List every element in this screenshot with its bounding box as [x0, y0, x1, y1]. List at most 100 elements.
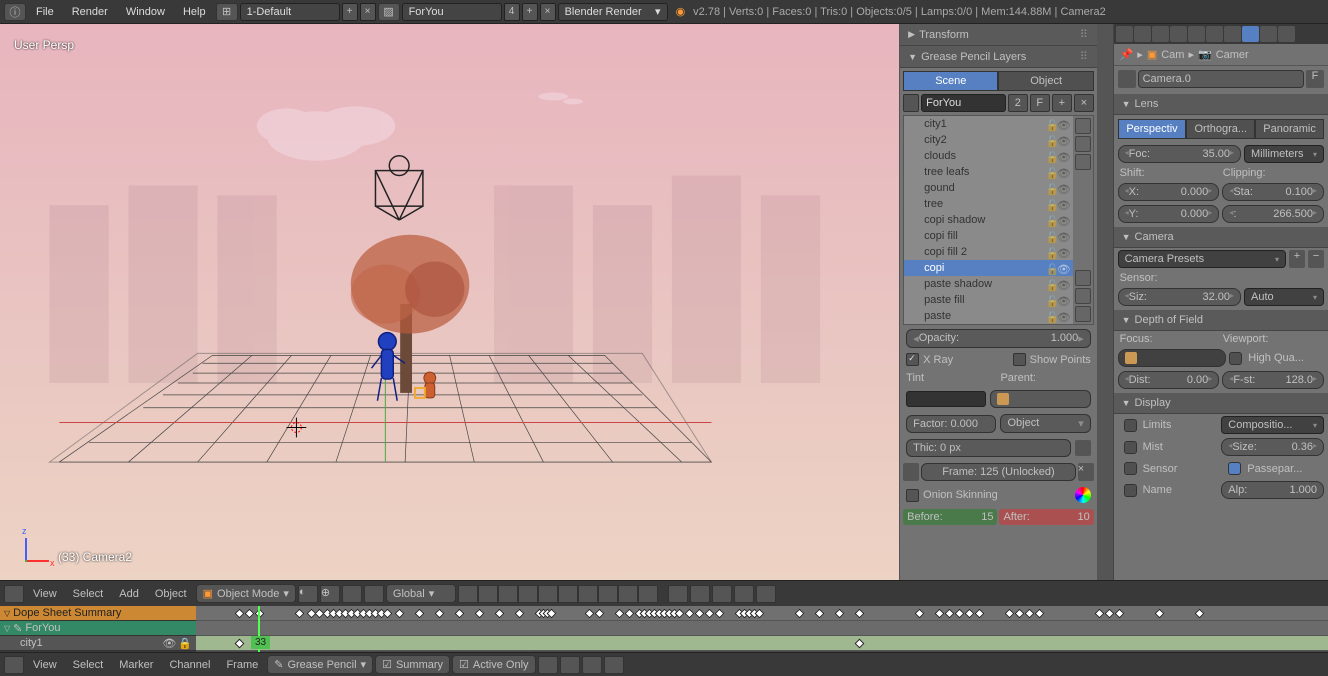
dope-gp-row[interactable]: ▽✎ForYou [0, 621, 196, 636]
proportional-icon[interactable] [668, 585, 688, 603]
scene-field[interactable]: ForYou [402, 3, 502, 21]
gp-layer-item[interactable]: paste🔓👁 [904, 308, 1073, 324]
tint-factor-field[interactable]: Factor: 0.000 [906, 415, 996, 433]
gp-layer-item[interactable]: paste fill🔓👁 [904, 292, 1073, 308]
dope-filter2-icon[interactable] [560, 656, 580, 674]
preset-remove-button[interactable]: − [1308, 250, 1324, 268]
camera-panel-header[interactable]: ▼Camera [1114, 227, 1328, 248]
vp-menu-select[interactable]: Select [66, 585, 111, 603]
gp-new-button[interactable]: + [1052, 94, 1072, 112]
menu-file[interactable]: File [28, 3, 62, 21]
limits-checkbox[interactable] [1124, 419, 1137, 432]
sensor-checkbox[interactable] [1124, 462, 1137, 475]
tab-layers-icon[interactable] [1134, 26, 1151, 42]
passepartout-checkbox[interactable] [1228, 462, 1241, 475]
editor-type-dope-icon[interactable] [4, 656, 24, 674]
focus-distance-field[interactable]: ◂Dist:0.00▸ [1118, 371, 1220, 389]
fstop-field[interactable]: ◂F-st:128.0▸ [1222, 371, 1324, 389]
dope-summary-toggle[interactable]: ☑Summary [375, 655, 450, 674]
presets-dropdown[interactable]: Camera Presets▾ [1118, 250, 1286, 268]
tab-texture-icon[interactable] [1278, 26, 1295, 42]
lens-unit-dropdown[interactable]: Millimeters▾ [1244, 145, 1324, 163]
layer-menu-button[interactable] [1075, 154, 1091, 170]
ds-menu-channel[interactable]: Channel [162, 656, 217, 674]
tint-color[interactable] [906, 391, 986, 407]
ds-menu-frame[interactable]: Frame [219, 656, 265, 674]
gp-layers-panel-header[interactable]: ▼Grease Pencil Layers⠿ [900, 46, 1097, 68]
scene-users[interactable]: 4 [504, 3, 520, 21]
3d-viewport[interactable]: User Persp [0, 24, 899, 580]
scene-browse-icon[interactable]: ▨ [378, 3, 400, 21]
sensor-fit-dropdown[interactable]: Auto▾ [1244, 288, 1324, 306]
vp-menu-object[interactable]: Object [148, 585, 194, 603]
display-size-field[interactable]: ◂Size:0.36▸ [1221, 438, 1324, 456]
ds-menu-view[interactable]: View [26, 656, 64, 674]
tab-material-icon[interactable] [1260, 26, 1277, 42]
gp-layer-item[interactable]: copi fill 2🔓👁 [904, 244, 1073, 260]
scene-add-button[interactable]: + [522, 3, 538, 21]
dope-timeline-area[interactable]: 33 0100200300400500600700800900100011001… [196, 606, 1328, 652]
parent-type-field[interactable]: Object▾ [1000, 414, 1090, 433]
tab-world-icon[interactable] [1170, 26, 1187, 42]
layout-del-button[interactable]: × [360, 3, 376, 21]
camera-fake-button[interactable]: F [1306, 70, 1324, 88]
clipend-field[interactable]: ◂:266.500▸ [1222, 205, 1324, 223]
shading-dropdown[interactable]: ◐ [298, 585, 318, 603]
manipulator-icon[interactable] [342, 585, 362, 603]
dope-layer-row[interactable]: city1👁🔒 [0, 636, 196, 651]
tab-scene[interactable]: Scene [903, 71, 998, 91]
frame-delete-icon[interactable]: × [1078, 463, 1094, 481]
shiftx-field[interactable]: ◂X:0.000▸ [1118, 183, 1220, 201]
passepartout-alpha-field[interactable]: Alp:1.000 [1221, 481, 1324, 499]
scene-del-button[interactable]: × [540, 3, 556, 21]
name-checkbox[interactable] [1124, 484, 1137, 497]
gp-layer-item[interactable]: copi shadow🔓👁 [904, 212, 1073, 228]
preset-add-button[interactable]: + [1289, 250, 1305, 268]
layer-movedown-button[interactable] [1075, 288, 1091, 304]
dof-panel-header[interactable]: ▼Depth of Field [1114, 310, 1328, 331]
ds-menu-marker[interactable]: Marker [112, 656, 160, 674]
gp-browse-icon[interactable] [903, 94, 919, 112]
onion-after-field[interactable]: After:10 [999, 509, 1093, 525]
camera-browse-icon[interactable] [1118, 70, 1136, 88]
showpoints-checkbox[interactable] [1013, 353, 1026, 366]
panoramic-button[interactable]: Panoramic [1255, 119, 1324, 139]
snap-element-icon[interactable] [712, 585, 732, 603]
opacity-field[interactable]: ◂Opacity:1.000▸ [906, 329, 1091, 348]
dope-ruler[interactable]: 0100200300400500600700800900100011001200… [196, 651, 1328, 652]
gp-layer-item[interactable]: paste shadow🔓👁 [904, 276, 1073, 292]
breadcrumb-object[interactable]: Cam [1161, 49, 1184, 61]
gp-layer-item[interactable]: tree leafs🔓👁 [904, 164, 1073, 180]
gp-layer-item[interactable]: tree🔓👁 [904, 196, 1073, 212]
snap-icon[interactable] [690, 585, 710, 603]
clipstart-field[interactable]: ◂Sta:0.100▸ [1222, 183, 1324, 201]
engine-dropdown[interactable]: Blender Render▾ [558, 3, 668, 21]
tab-scene-icon[interactable] [1152, 26, 1169, 42]
parent-field[interactable] [990, 390, 1091, 408]
gp-unlink-button[interactable]: × [1074, 94, 1094, 112]
opengl-anim-icon[interactable] [756, 585, 776, 603]
tab-constraint-icon[interactable] [1206, 26, 1223, 42]
editor-type-icon[interactable]: ⓘ [4, 3, 26, 21]
dope-activeonly-toggle[interactable]: ☑Active Only [452, 655, 536, 674]
mode-dropdown[interactable]: ▣Object Mode▾ [196, 584, 296, 603]
n-panel-scrollbar[interactable] [1097, 24, 1113, 580]
lens-panel-header[interactable]: ▼Lens [1114, 94, 1328, 115]
tab-object-icon[interactable] [1188, 26, 1205, 42]
editor-type-3dview-icon[interactable] [4, 585, 24, 603]
gp-layer-item[interactable]: copi fill🔓👁 [904, 228, 1073, 244]
vp-menu-view[interactable]: View [26, 585, 64, 603]
display-panel-header[interactable]: ▼Display [1114, 393, 1328, 414]
gp-layer-item[interactable]: city1🔓👁 [904, 116, 1073, 132]
dope-paste-icon[interactable] [604, 656, 624, 674]
shifty-field[interactable]: ◂Y:0.000▸ [1118, 205, 1220, 223]
layout-add-button[interactable]: + [342, 3, 358, 21]
gp-layer-item[interactable]: gound🔓👁 [904, 180, 1073, 196]
camera-name-field[interactable]: Camera.0 [1138, 70, 1304, 88]
breadcrumb-data[interactable]: Camer [1216, 49, 1249, 61]
dope-copy-icon[interactable] [582, 656, 602, 674]
thickness-field[interactable]: Thic: 0 px [906, 439, 1071, 457]
opengl-render-icon[interactable] [734, 585, 754, 603]
layout-field[interactable]: 1-Default [240, 3, 340, 21]
gp-users[interactable]: 2 [1008, 94, 1028, 112]
